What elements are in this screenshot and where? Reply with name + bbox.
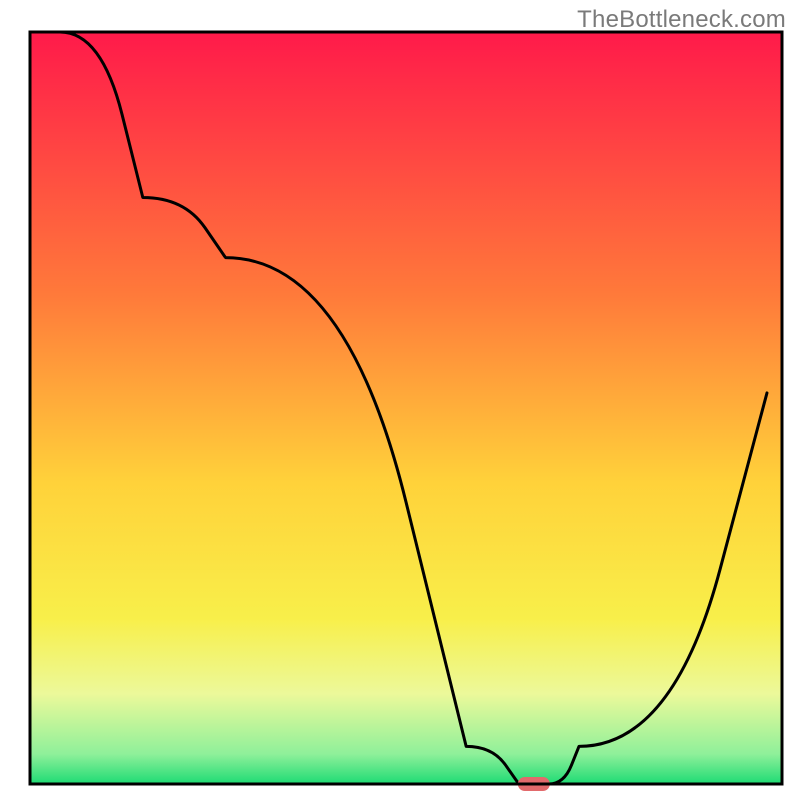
watermark-text: TheBottleneck.com xyxy=(577,6,786,34)
plot-background xyxy=(30,32,782,784)
chart-svg xyxy=(0,0,800,800)
bottleneck-chart: TheBottleneck.com xyxy=(0,0,800,800)
